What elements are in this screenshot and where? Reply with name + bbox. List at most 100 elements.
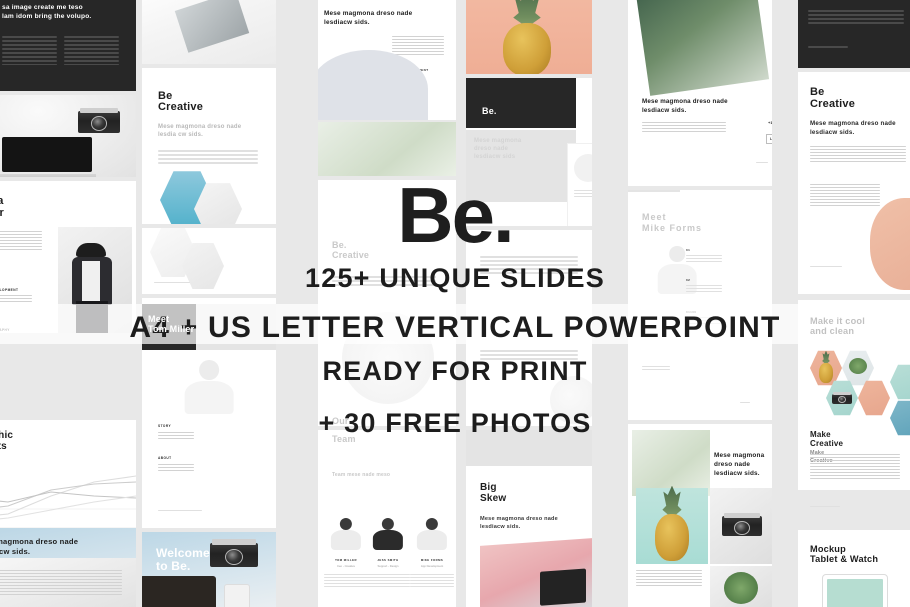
pineapple-photo — [484, 0, 570, 74]
slide-pineapple-peach[interactable] — [466, 0, 592, 74]
team-member[interactable]: TOM MILLER Ceo - Creative — [324, 558, 368, 589]
slide-body-text — [810, 454, 900, 481]
camera-icon — [208, 536, 260, 574]
overlay-logo-wrap: Be. — [0, 176, 910, 254]
slide-mese-right[interactable]: Mese magmona dreso nade lesdiacw sids. +… — [628, 0, 772, 186]
slide-welcome[interactable]: Welcome to Be. — [142, 532, 276, 607]
slide-badge-2: LIFESURE — [766, 134, 772, 144]
team-member-role: Support - Design — [377, 564, 399, 568]
slide-sub-line2: lesdiacw sids. — [810, 129, 855, 136]
slide-body-text-right — [64, 36, 119, 68]
slide-paper-photo[interactable] — [142, 0, 276, 64]
slide-subtitle: Team mese nade meso — [332, 472, 391, 478]
overlay-line-4: + 30 FREE PHOTOS — [318, 408, 592, 438]
slide-title-line2: Creative — [810, 98, 856, 110]
slide-sub-line1: Mese magmona dreso nade — [158, 124, 242, 130]
slide-badge-1: +1200+ — [768, 120, 772, 125]
slide-title-line2: dreso nade — [714, 461, 751, 468]
phone-icon — [224, 584, 250, 607]
skewed-photo — [480, 538, 592, 607]
camera-photo — [710, 488, 772, 564]
slide-title-line2: Tom Miller — [148, 324, 195, 334]
dark-card: Be. — [466, 78, 576, 128]
slide-title-line1: Mese magmona dreso nade — [642, 98, 728, 105]
slide-sub-line2: lesdia cw sids. — [158, 132, 204, 138]
succulent-photo — [710, 566, 772, 607]
pineapple-photo-mint — [636, 485, 708, 564]
slide-sub-line1: Mese magmona dreso nade — [480, 516, 558, 522]
slide-caption-line2: lesdia cw sids. — [0, 547, 31, 556]
slide-body-text-left — [2, 36, 57, 68]
team-member-avatar — [328, 518, 364, 550]
slide-pineapple-caption[interactable]: Mese magmona dreso nade lesdiacw sids. — [628, 424, 772, 607]
camera-icon — [76, 105, 122, 139]
slide-title-line2: to Be. — [156, 559, 191, 573]
slide-title-line2: lesdiacw sids. — [324, 19, 370, 26]
slide-body-text — [392, 36, 444, 57]
slide-title-line2: Tablet & Watch — [810, 554, 879, 564]
slide-sub-line2: lesdiacw sids. — [480, 524, 521, 530]
slide-title-line1: Mese magmona dreso nade — [324, 10, 413, 17]
slide-section-text-1 — [0, 295, 32, 304]
team-member[interactable]: MIKE FORMS App Development — [410, 558, 454, 589]
slide-body-text-1 — [810, 146, 906, 164]
slide-title-line2: Creative — [810, 439, 844, 448]
decorative-hill — [318, 50, 428, 120]
slide-title-line2: lam idom bring the volupo. — [2, 13, 92, 20]
slide-page-number — [740, 402, 750, 405]
team-member-name: TOM MILLER — [335, 558, 357, 562]
slide-page-number — [756, 162, 768, 165]
overlay-line4-wrap: + 30 FREE PHOTOS — [0, 410, 910, 437]
slide-footer-text — [808, 46, 848, 50]
slide-footer-text — [158, 510, 202, 513]
slide-section-label-2: ABOUT — [158, 456, 172, 460]
slide-dark-intro[interactable]: sa image create me teso lam idom bring t… — [0, 0, 136, 91]
slide-mockup[interactable]: Mockup Tablet & Watch — [798, 530, 910, 607]
slide-leaf-photo[interactable] — [318, 122, 456, 176]
team-member-avatar — [414, 518, 450, 550]
slide-title-line2: Skew — [480, 493, 507, 504]
slide-desk-photo[interactable] — [0, 95, 136, 177]
overlay-logo: Be. — [397, 171, 514, 259]
slide-body-text — [808, 10, 904, 26]
overlay-line1-wrap: 125+ UNIQUE SLIDES — [0, 265, 910, 292]
template-preview-canvas: sa image create me teso lam idom bring t… — [0, 0, 910, 607]
slide-body-text — [0, 570, 122, 597]
team-member-name: MIKE FORMS — [420, 558, 444, 562]
tablet-mockup — [822, 574, 888, 607]
slide-caption-line3: lesdiacw sids — [474, 154, 516, 160]
chart-title-line2: Charts — [0, 441, 7, 452]
slide-list-lines — [642, 122, 726, 134]
slide-title-line2: lesdiacw sids. — [642, 107, 687, 114]
slide-section-text-2 — [158, 464, 194, 473]
slide-body-text — [636, 570, 702, 588]
overlay-line-3: READY FOR PRINT — [322, 356, 588, 386]
slide-footer-text — [810, 506, 840, 509]
slide-caption-line1: Mese magmona dreso nade — [0, 537, 79, 546]
slide-title-line3: lesdiacw sids. — [714, 470, 760, 477]
slide-title-line1: sa image create me teso — [2, 4, 83, 11]
slide-caption-line2: dreso nade — [474, 146, 509, 152]
slide-body-text — [158, 150, 258, 166]
overlay-line-1: 125+ UNIQUE SLIDES — [305, 263, 605, 293]
tablet-icon — [142, 576, 216, 607]
overlay-line-2: A4 + US LETTER VERTICAL POWERPOINT — [129, 311, 781, 344]
slide-laptop-caption[interactable]: Mese magmona dreso nade lesdia cw sids. — [0, 528, 136, 607]
overlay-line2-wrap: A4 + US LETTER VERTICAL POWERPOINT — [0, 313, 910, 343]
laptop-icon — [0, 137, 96, 177]
slide-title-line2: Creative — [158, 101, 204, 113]
team-member-name: JESS SMITH — [377, 558, 399, 562]
slide-logo: Be. — [482, 106, 497, 116]
slide-sub-line1: Mese magmona dreso nade — [810, 120, 896, 127]
team-member-role: Ceo - Creative — [336, 564, 356, 568]
overlay-line3-wrap: READY FOR PRINT — [0, 358, 910, 385]
slide-our-team[interactable]: Team Team mese nade meso TOM MILLER Ceo … — [318, 430, 456, 607]
slide-make-creative[interactable]: Make Creative — [798, 386, 910, 520]
team-member-avatar — [370, 518, 406, 550]
slide-big-skew[interactable]: Big Skew Mese magmona dreso nade lesdiac… — [466, 430, 592, 607]
slide-mese-top[interactable]: Mese magmona dreso nade lesdiacw sids. A… — [318, 0, 456, 120]
slide-caption-line1: Mese magmona — [474, 138, 522, 144]
team-member[interactable]: JESS SMITH Support - Design — [366, 558, 410, 589]
slide-dark-quote[interactable] — [798, 0, 910, 68]
team-member-role: App Development — [420, 564, 444, 568]
